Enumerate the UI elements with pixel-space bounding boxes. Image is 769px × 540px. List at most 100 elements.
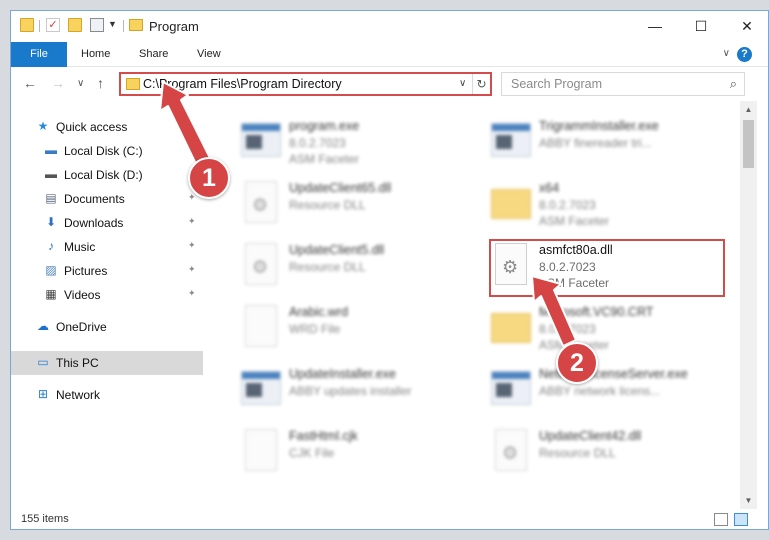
address-path[interactable]: C:\Program Files\Program Directory (143, 77, 342, 91)
pin-icon[interactable]: ✦ (188, 216, 196, 227)
large-icons-view-icon[interactable] (734, 513, 748, 526)
music-icon: ♪ (48, 239, 54, 253)
tab-view[interactable]: View (197, 42, 221, 67)
sidebar-item-local-disk-d[interactable]: ▬ Local Disk (D:) ✦ (11, 163, 203, 187)
dll-icon: ⚙ (239, 241, 283, 289)
search-icon[interactable]: ⌕ (730, 76, 737, 92)
sidebar-item-label: Downloads (64, 216, 124, 230)
pin-icon[interactable]: ✦ (188, 240, 196, 251)
pictures-icon: ▨ (45, 263, 57, 277)
sidebar-item-network[interactable]: ⊞ Network (11, 383, 203, 407)
file-detail: Resource DLL (539, 446, 616, 460)
file-item[interactable]: program.exe 8.0.2.7023 ASM Faceter (239, 117, 489, 177)
file-detail: WRD File (289, 322, 341, 336)
videos-icon: ▦ (45, 287, 57, 301)
file-detail: 8.0.2.7023 (539, 198, 596, 212)
network-icon: ⊞ (37, 387, 49, 401)
properties-check-icon[interactable]: ✓ (46, 18, 60, 32)
pin-icon[interactable]: ✦ (188, 264, 196, 275)
tab-file[interactable]: File (11, 42, 67, 67)
scroll-up-icon[interactable]: ▲ (740, 101, 757, 118)
navigation-pane: ★ Quick access ▬ Local Disk (C:) ✦ ▬ Loc… (11, 101, 203, 509)
folder-icon[interactable] (20, 18, 34, 32)
ribbon: File Home Share View ∨ ? (11, 42, 768, 67)
recent-locations-icon[interactable]: ∨ (77, 78, 84, 89)
new-folder-icon[interactable] (68, 18, 82, 32)
step-1-badge: 1 (188, 157, 230, 199)
file-item[interactable]: x64 8.0.2.7023 ASM Faceter (489, 179, 739, 239)
customize-icon[interactable] (90, 18, 104, 32)
window-title: Program (149, 19, 199, 34)
file-detail: 8.0.2.7023 (539, 322, 596, 336)
folder-icon (489, 179, 533, 227)
onedrive-icon: ☁ (37, 319, 49, 333)
sidebar-item-label: OneDrive (56, 320, 107, 334)
windows-drive-icon: ▬ (45, 143, 57, 157)
sidebar-item-local-disk-c[interactable]: ▬ Local Disk (C:) ✦ (11, 139, 203, 163)
navigation-bar: ← → ∨ ↑ C:\Program Files\Program Directo… (11, 67, 768, 101)
sidebar-item-downloads[interactable]: ⬇ Downloads ✦ (11, 211, 203, 235)
file-item[interactable]: ⚙ UpdateClient5.dll Resource DLL (239, 241, 489, 301)
app-icon (489, 117, 533, 165)
maximize-button[interactable]: ☐ (678, 11, 724, 42)
app-icon (239, 365, 283, 413)
sidebar-item-pictures[interactable]: ▨ Pictures ✦ (11, 259, 203, 283)
pin-icon[interactable]: ✦ (188, 144, 196, 155)
tab-share[interactable]: Share (139, 42, 168, 67)
title-bar: ✓ ▼ Program — ☐ ✕ (11, 11, 768, 42)
exe-icon (239, 117, 283, 165)
toolbar-separator (39, 20, 40, 32)
file-item[interactable]: TrigrammInstaller.exe ABBY finereader tr… (489, 117, 739, 177)
file-detail: 8.0.2.7023 (289, 136, 346, 150)
minimize-button[interactable]: — (632, 11, 678, 42)
sidebar-item-onedrive[interactable]: ☁ OneDrive (11, 315, 203, 339)
file-item[interactable]: UpdateInstaller.exe ABBY updates install… (239, 365, 489, 425)
dll-icon: ⚙ (489, 427, 533, 475)
file-item[interactable]: Arabic.wrd WRD File (239, 303, 489, 363)
file-detail: ABBY network licens... (539, 384, 661, 398)
file-name: Arabic.wrd (289, 305, 349, 319)
chevron-down-icon[interactable]: ▼ (108, 19, 117, 29)
forward-arrow-icon[interactable]: → (51, 75, 65, 91)
refresh-icon[interactable]: ↻ (472, 74, 490, 94)
sidebar-item-label: This PC (56, 356, 99, 370)
file-item[interactable]: ⚙ UpdateClient42.dll Resource DLL (489, 427, 739, 487)
vertical-scrollbar[interactable]: ▲ ▼ (740, 101, 757, 509)
scroll-thumb[interactable] (743, 120, 754, 168)
file-item[interactable]: ⚙ UpdateClient65.dll Resource DLL (239, 179, 489, 239)
sidebar-item-documents[interactable]: ▤ Documents ✦ (11, 187, 203, 211)
file-item[interactable]: Microsoft.VC90.CRT 8.0.2.7023 ASM Facete… (489, 303, 739, 363)
sidebar-item-label: Pictures (64, 264, 108, 278)
file-name: UpdateInstaller.exe (289, 367, 397, 381)
file-item[interactable]: FastHtml.cjk CJK File (239, 427, 489, 487)
search-input[interactable]: Search Program ⌕ (501, 72, 745, 96)
back-arrow-icon[interactable]: ← (23, 75, 37, 91)
file-detail: ASM Faceter (539, 214, 610, 228)
sidebar-item-music[interactable]: ♪ Music ✦ (11, 235, 203, 259)
sidebar-item-label: Network (56, 388, 101, 402)
step-2-badge: 2 (556, 342, 598, 384)
up-arrow-icon[interactable]: ↑ (97, 75, 104, 91)
downloads-icon: ⬇ (45, 215, 57, 229)
scroll-down-icon[interactable]: ▼ (740, 492, 757, 509)
details-view-icon[interactable] (714, 513, 728, 526)
tab-home[interactable]: Home (81, 42, 110, 67)
items-count: 155 items (21, 513, 69, 525)
file-item[interactable]: NetworkLicenseServer.exe ABBY network li… (489, 365, 739, 425)
file-name: UpdateClient65.dll (289, 181, 392, 195)
toolbar-separator (123, 20, 124, 32)
close-button[interactable]: ✕ (724, 11, 768, 42)
sidebar-item-this-pc[interactable]: ▭ This PC (11, 351, 203, 375)
sidebar-item-quick-access[interactable]: ★ Quick access (11, 115, 203, 139)
address-history-icon[interactable]: ∨ (459, 78, 466, 89)
app-icon (489, 365, 533, 413)
file-name: UpdateClient5.dll (289, 243, 385, 257)
file-name: program.exe (289, 119, 360, 133)
file-detail: ASM Faceter (289, 152, 360, 166)
file-icon (239, 303, 283, 351)
expand-ribbon-icon[interactable]: ∨ (723, 48, 730, 59)
pin-icon[interactable]: ✦ (188, 288, 196, 299)
address-bar[interactable]: C:\Program Files\Program Directory ∨ ↻ (119, 72, 492, 96)
help-icon[interactable]: ? (737, 47, 752, 62)
sidebar-item-videos[interactable]: ▦ Videos ✦ (11, 283, 203, 307)
